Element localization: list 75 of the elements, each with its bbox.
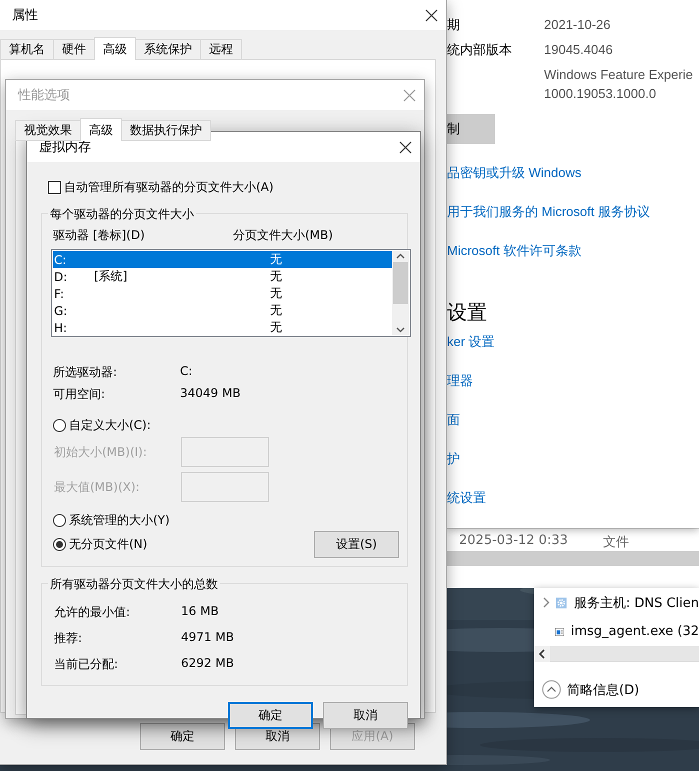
link[interactable]: Microsoft 软件许可条款 (447, 242, 699, 260)
chevron-right-icon[interactable] (543, 597, 550, 608)
total-value: 16 MB (181, 604, 220, 620)
drive-row[interactable]: G: 无 (53, 302, 392, 319)
scroll-left-icon[interactable] (534, 646, 550, 662)
checkbox[interactable] (48, 181, 61, 194)
group-title: 所有驱动器分页文件大小的总数 (48, 576, 220, 593)
dialog-button[interactable]: 确定 (228, 702, 313, 729)
close-icon[interactable] (399, 140, 412, 154)
info-value: C: (180, 364, 194, 380)
fewer-details-link[interactable]: 简略信息(D) (567, 680, 640, 698)
drive-list[interactable]: C: 无 D: [系统] 无 F: 无 G: 无 H: 无 (51, 249, 411, 337)
radio-button[interactable] (53, 538, 66, 551)
radio-label[interactable]: 系统管理的大小(Y) (69, 512, 170, 529)
spec-value: 2021-10-26 (544, 16, 612, 34)
total-value: 6292 MB (181, 656, 235, 672)
total-label: 推荐: (54, 630, 84, 647)
column-header: 驱动器 [卷标](D) (53, 227, 146, 244)
checkbox-label[interactable]: 自动管理所有驱动器的分页文件大小(A) (64, 179, 274, 196)
collapse-icon[interactable] (542, 680, 561, 699)
spec-value: 1000.19053.1000.0 (544, 85, 658, 103)
drive-row[interactable]: C: 无 (53, 251, 392, 268)
tab[interactable]: 远程 (200, 39, 242, 60)
column-header: 分页文件大小(MB) (233, 227, 334, 244)
process-name[interactable]: imsg_agent.exe (32 (570, 624, 699, 639)
tab[interactable]: 高级 (94, 37, 136, 60)
scroll-down-icon[interactable] (396, 327, 405, 333)
scroll-bar[interactable] (392, 251, 409, 335)
close-icon[interactable] (425, 8, 438, 22)
link[interactable]: 统设置 (447, 489, 699, 507)
date-cell-text: 2025-03-12 0:33 (459, 533, 569, 550)
info-label: 所选驱动器: (53, 364, 118, 381)
scroll-bar[interactable] (534, 646, 699, 662)
section-heading: 设置 (447, 301, 488, 325)
drive-row[interactable]: H: 无 (53, 319, 392, 336)
copy-button[interactable]: 制 (447, 114, 495, 144)
scroll-bar[interactable] (447, 551, 699, 566)
radio-button[interactable] (53, 514, 66, 527)
process-name[interactable]: 服务主机: DNS Clien (574, 594, 699, 612)
field-label: 初始大小(MB)(I): (54, 444, 148, 460)
spec-value: Windows Feature Experie (544, 66, 694, 84)
link[interactable]: ker 设置 (447, 333, 699, 351)
spec-value: 19045.4046 (544, 41, 614, 59)
radio-button[interactable] (53, 419, 66, 432)
set-button[interactable]: 设置(S) (314, 531, 399, 558)
total-label: 允许的最小值: (54, 604, 132, 621)
info-label: 可用空间: (53, 386, 106, 403)
spec-label: 期 (447, 17, 460, 32)
tab[interactable]: 高级 (80, 118, 122, 141)
link[interactable]: 品密钥或升级 Windows (447, 164, 699, 182)
dialog-button[interactable]: 确定 (140, 723, 225, 750)
tab[interactable]: 视觉效果 (15, 120, 81, 141)
radio-label[interactable]: 无分页文件(N) (69, 536, 148, 553)
link[interactable]: 用于我们服务的 Microsoft 服务协议 (447, 203, 699, 221)
total-value: 4971 MB (181, 630, 235, 646)
tab[interactable]: 数据执行保护 (121, 120, 211, 141)
total-label: 当前已分配: (54, 656, 120, 673)
info-value: 34049 MB (180, 386, 242, 402)
link[interactable]: 理器 (447, 372, 699, 390)
gear-icon (556, 594, 567, 610)
dialog-button[interactable]: 取消 (323, 702, 408, 729)
link[interactable]: 面 (447, 411, 699, 429)
scroll-up-icon[interactable] (396, 253, 405, 259)
group-title: 每个驱动器的分页文件大小 (48, 206, 196, 223)
spec-label: 统内部版本 (447, 42, 512, 57)
window-title: 属性 (12, 7, 38, 24)
radio-label[interactable]: 自定义大小(C): (69, 417, 151, 434)
drive-row[interactable]: D: [系统] 无 (53, 268, 392, 285)
type-cell-text: 文件 (603, 534, 630, 551)
drive-row[interactable]: F: 无 (53, 285, 392, 302)
window-title: 性能选项 (18, 87, 70, 104)
window-title: 虚拟内存 (39, 139, 91, 156)
tab[interactable]: 算机名 (0, 39, 54, 60)
link[interactable]: 护 (447, 450, 699, 468)
field-label: 最大值(MB)(X): (54, 478, 141, 496)
